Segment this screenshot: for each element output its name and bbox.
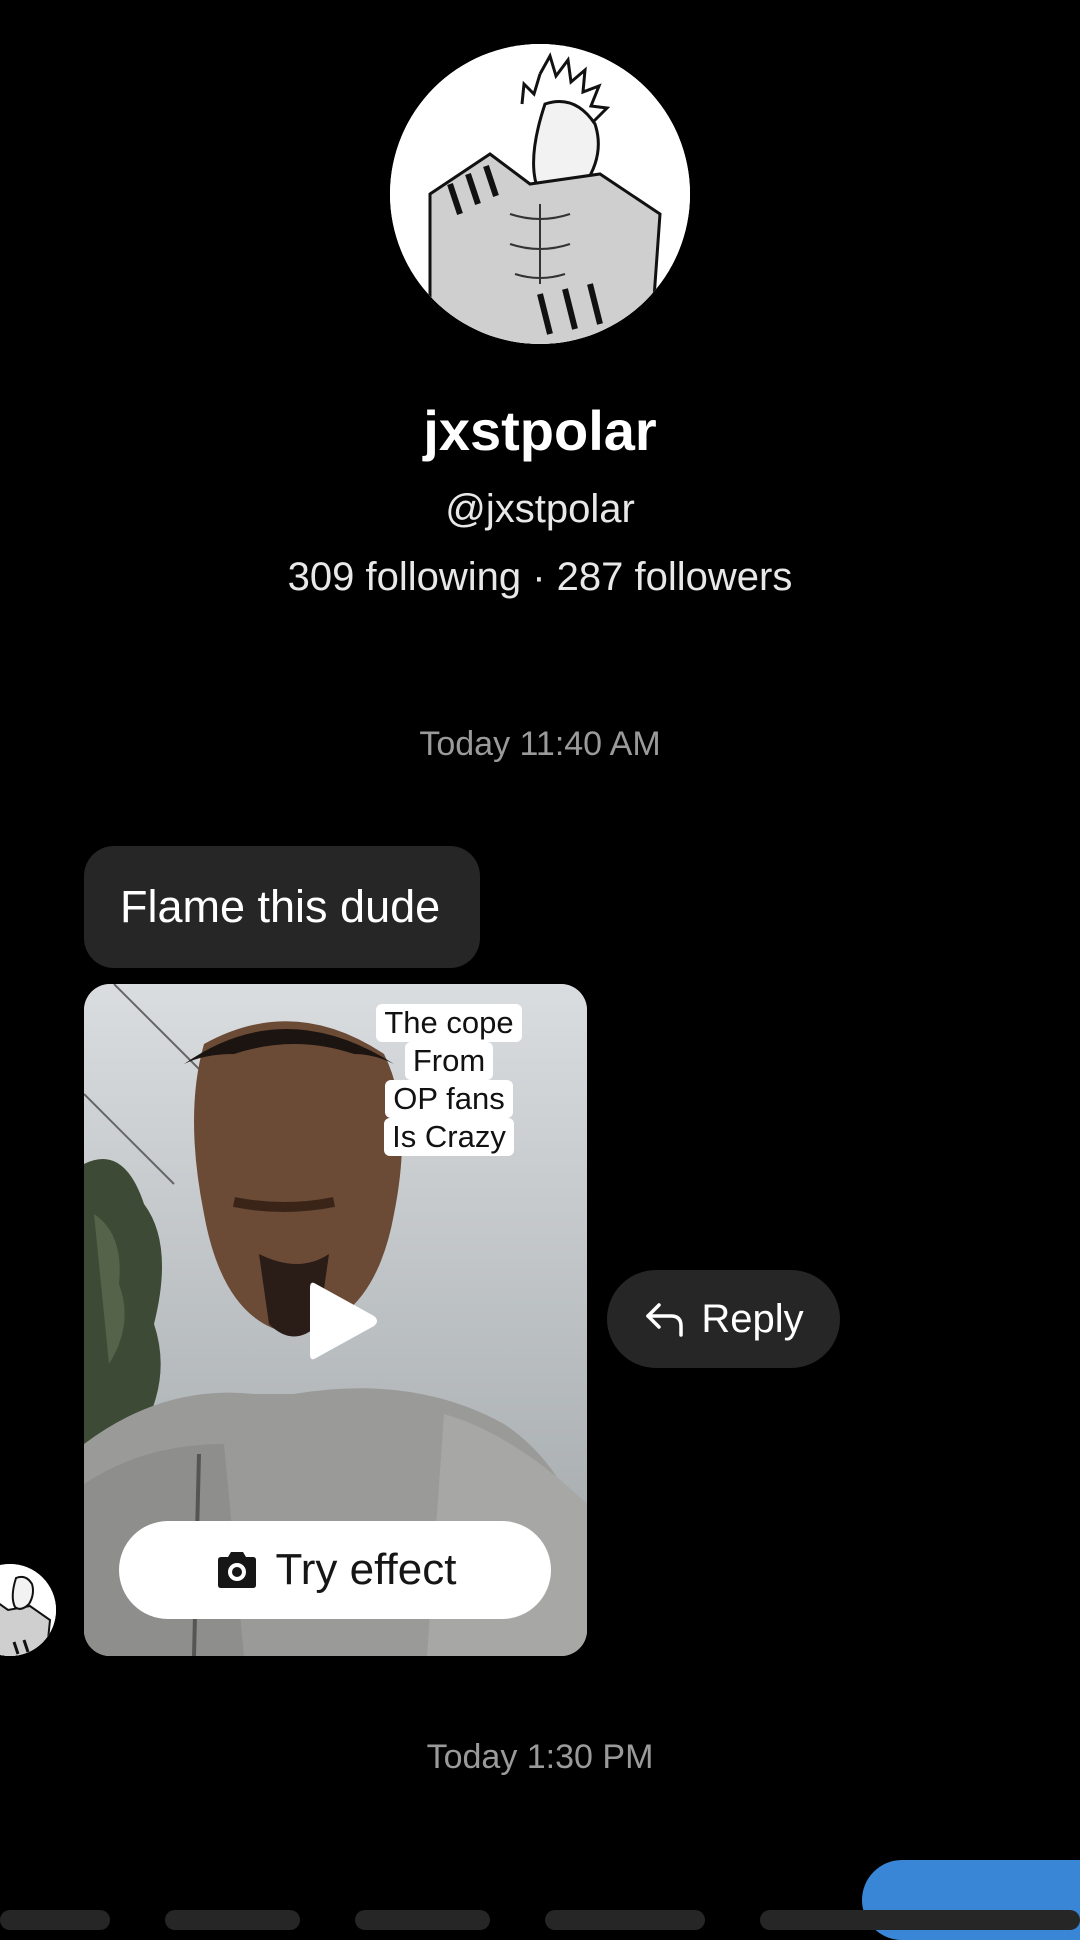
sender-avatar[interactable]: [0, 1564, 56, 1656]
quick-reply-chip[interactable]: [165, 1910, 300, 1930]
profile-stats: 309 following · 287 followers: [287, 555, 793, 599]
message-text: Flame this dude: [120, 881, 441, 932]
received-message-bubble[interactable]: Flame this dude: [84, 846, 481, 968]
reply-label: Reply: [701, 1296, 804, 1341]
quick-reply-chip[interactable]: [0, 1910, 110, 1930]
caption-line: OP fans: [385, 1080, 513, 1118]
message-timestamp: Today 11:40 AM: [419, 725, 661, 763]
play-icon[interactable]: [302, 1276, 382, 1366]
profile-handle: @jxstpolar: [445, 487, 635, 531]
manga-character-avatar-icon: [0, 1564, 56, 1656]
camera-icon: [217, 1552, 256, 1588]
shared-video-card[interactable]: The cope From OP fans Is Crazy Try effec…: [84, 984, 587, 1656]
caption-line: Is Crazy: [384, 1118, 514, 1156]
video-caption-overlay: The cope From OP fans Is Crazy: [369, 1004, 529, 1156]
reply-arrow-icon: [646, 1303, 684, 1337]
caption-line: From: [404, 1042, 494, 1080]
message-timestamp: Today 1:30 PM: [426, 1738, 654, 1776]
try-effect-label: Try effect: [275, 1545, 457, 1594]
reply-button[interactable]: Reply: [607, 1270, 840, 1368]
caption-line: The cope: [376, 1004, 522, 1042]
profile-display-name: jxstpolar: [423, 399, 657, 462]
manga-character-avatar-icon: [390, 44, 690, 344]
try-effect-button[interactable]: Try effect: [119, 1521, 551, 1619]
quick-reply-bar: [0, 1910, 1080, 1930]
profile-avatar[interactable]: [390, 44, 690, 344]
quick-reply-chip[interactable]: [545, 1910, 705, 1930]
quick-reply-chip[interactable]: [355, 1910, 490, 1930]
quick-reply-chip[interactable]: [760, 1910, 1080, 1930]
